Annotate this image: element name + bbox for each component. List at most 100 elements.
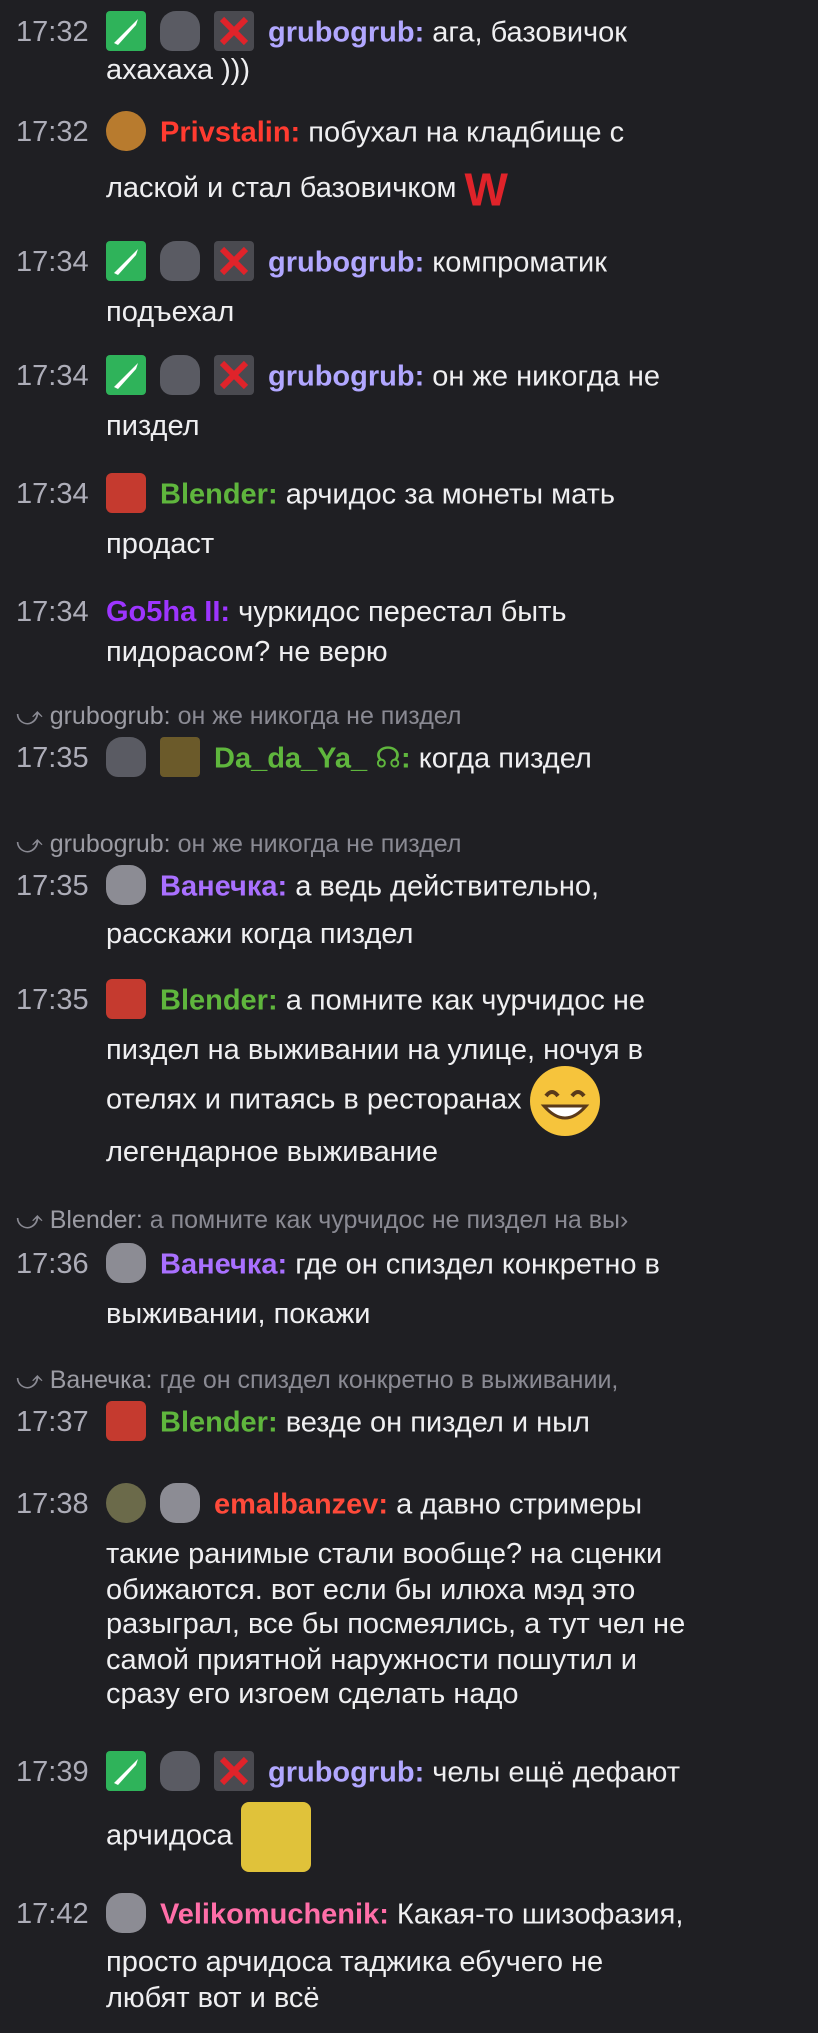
message-text: просто арчидоса таджика ебучего не xyxy=(106,1946,604,1978)
message-text: побухал на кладбище с xyxy=(308,116,625,149)
lion-badge-icon xyxy=(106,111,146,151)
username[interactable]: Blender: xyxy=(160,985,278,1017)
message-text: а помните как чурчидос не xyxy=(285,984,646,1017)
yellow-frog-emote-icon xyxy=(240,1802,311,1872)
message-text: где он спиздел конкретно в xyxy=(295,1248,660,1281)
message-text: отелях и питаясь в ресторанах xyxy=(106,1083,522,1116)
avatar-badge-icon xyxy=(106,865,146,905)
message-text: везде он пиздел и ныл xyxy=(285,1406,590,1439)
owl-badge-icon xyxy=(106,737,146,777)
gavel-badge-icon xyxy=(160,737,200,777)
reply-username: grubogrub: xyxy=(49,830,171,858)
timestamp: 17:34 xyxy=(16,596,89,628)
username[interactable]: Ванечка: xyxy=(160,871,287,903)
reply-username: Blender: xyxy=(49,1206,143,1234)
message-text: когда пиздел xyxy=(418,742,592,775)
owl-badge-icon xyxy=(160,1751,200,1791)
message-text: обижаются. вот если бы илюха мэд это xyxy=(106,1574,636,1606)
message-text: любят вот и всё xyxy=(106,1982,320,2014)
username[interactable]: Blender: xyxy=(160,1407,278,1439)
reply-context[interactable]: ⤻ grubogrub: он же никогда не пиздел xyxy=(16,698,756,734)
username[interactable]: Ванечка: xyxy=(160,1249,287,1281)
message-text: а ведь действительно, xyxy=(295,870,600,903)
message-text: Какая-то шизофазия, xyxy=(396,1898,684,1931)
sword-badge-icon xyxy=(106,1751,146,1791)
timestamp: 17:36 xyxy=(16,1248,89,1280)
reply-context[interactable]: ⤻ Blender: а помните как чурчидос не пиз… xyxy=(16,1202,756,1238)
crossed-badge-icon xyxy=(214,1751,254,1791)
reply-text: он же никогда не пиздел xyxy=(177,830,462,858)
avatar-badge-icon xyxy=(160,1483,200,1523)
avatar-badge-icon xyxy=(106,979,146,1019)
reply-context[interactable]: ⤻ Ванечка: где он спиздел конкретно в вы… xyxy=(16,1362,756,1398)
message-text: лаской и стал базовичком xyxy=(106,172,457,204)
owl-badge-icon xyxy=(160,355,200,395)
message-text: челы ещё дефают xyxy=(432,1756,681,1789)
message-text: расскажи когда пиздел xyxy=(106,918,414,950)
timestamp: 17:32 xyxy=(16,16,89,48)
timestamp: 17:35 xyxy=(16,742,89,774)
message-text: выживании, покажи xyxy=(106,1298,371,1330)
reply-arrow-icon: ⤻ xyxy=(16,1206,43,1234)
username[interactable]: grubogrub: xyxy=(268,247,424,279)
reply-arrow-icon: ⤻ xyxy=(16,1366,43,1394)
message-text: сразу его изгоем сделать надо xyxy=(106,1678,519,1710)
bird-badge-icon xyxy=(106,1483,146,1523)
message-text: пидорасом? не верю xyxy=(106,636,388,668)
reply-arrow-icon: ⤻ xyxy=(16,702,43,730)
avatar-badge-icon xyxy=(106,473,146,513)
message-text: продаст xyxy=(106,528,215,560)
username[interactable]: Da_da_Ya_ ☊: xyxy=(214,743,411,775)
username[interactable]: Blender: xyxy=(160,479,278,511)
owl-badge-icon xyxy=(160,241,200,281)
message-text: легендарное выживание xyxy=(106,1136,439,1168)
timestamp: 17:35 xyxy=(16,870,89,902)
avatar-badge-icon xyxy=(106,1243,146,1283)
reply-username: grubogrub: xyxy=(49,702,171,730)
crossed-badge-icon xyxy=(214,11,254,51)
timestamp: 17:38 xyxy=(16,1488,89,1520)
chat-log: 17:32 grubogrub: ага, базовичок ахахаха … xyxy=(0,0,818,2033)
timestamp: 17:34 xyxy=(16,246,89,278)
grinning-face-emoji-icon xyxy=(529,1066,600,1136)
timestamp: 17:32 xyxy=(16,116,89,148)
message-text: чуркидос перестал быть xyxy=(238,596,567,628)
timestamp: 17:39 xyxy=(16,1756,89,1788)
message-text: пиздел xyxy=(106,410,200,442)
crossed-badge-icon xyxy=(214,355,254,395)
message-text: самой приятной наружности пошутил и xyxy=(106,1644,637,1676)
timestamp: 17:35 xyxy=(16,984,89,1016)
reply-text: а помните как чурчидос не пиздел на вы› xyxy=(149,1206,629,1234)
avatar-badge-icon xyxy=(106,1401,146,1441)
timestamp: 17:42 xyxy=(16,1898,89,1930)
sword-badge-icon xyxy=(106,241,146,281)
reply-arrow-icon: ⤻ xyxy=(16,830,43,858)
username[interactable]: grubogrub: xyxy=(268,361,424,393)
message-text: разыграл, все бы посмеялись, а тут чел н… xyxy=(106,1608,686,1640)
timestamp: 17:34 xyxy=(16,478,89,510)
message-text: арчидос за монеты мать xyxy=(285,478,615,511)
sword-badge-icon xyxy=(106,355,146,395)
message-text: такие ранимые стали вообще? на сценки xyxy=(106,1538,663,1570)
sword-badge-icon xyxy=(106,11,146,51)
username[interactable]: grubogrub: xyxy=(268,1757,424,1789)
message-text: он же никогда не xyxy=(432,360,660,393)
reply-text: он же никогда не пиздел xyxy=(177,702,462,730)
timestamp: 17:34 xyxy=(16,360,89,392)
username[interactable]: emalbanzev: xyxy=(214,1489,388,1521)
username[interactable]: Go5ha II: xyxy=(106,596,230,628)
reply-context[interactable]: ⤻ grubogrub: он же никогда не пиздел xyxy=(16,826,756,862)
timestamp: 17:37 xyxy=(16,1406,89,1438)
w-emote-icon: W xyxy=(464,163,508,216)
message-text: компроматик xyxy=(432,246,607,279)
crossed-badge-icon xyxy=(214,241,254,281)
message-text: пиздел на выживании на улице, ночуя в xyxy=(106,1034,644,1066)
username[interactable]: Privstalin: xyxy=(160,117,300,149)
message-text: ага, базовичок xyxy=(432,16,627,49)
message-text: ахахаха ))) xyxy=(106,54,251,86)
username[interactable]: grubogrub: xyxy=(268,17,424,49)
owl-badge-icon xyxy=(160,11,200,51)
reply-username: Ванечка: xyxy=(49,1366,153,1394)
message-text: подъехал xyxy=(106,296,235,328)
username[interactable]: Velikomuchenik: xyxy=(160,1899,389,1931)
